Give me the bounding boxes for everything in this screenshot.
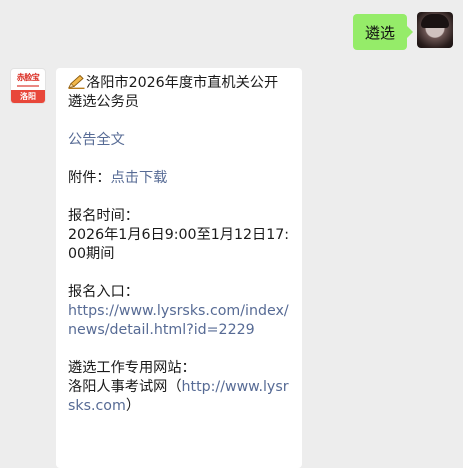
account-avatar[interactable]: 赤脸宝 洛阳 <box>10 68 46 104</box>
outgoing-message-row: 遴选 <box>352 12 453 50</box>
message-title-text: 洛阳市2026年度市直机关公开遴选公务员 <box>68 75 279 110</box>
attachment-row: 附件：点击下载 <box>68 169 292 188</box>
website-name: 洛阳人事考试网（ <box>68 379 182 395</box>
incoming-message-row: 赤脸宝 洛阳 洛阳市2026年度市直机关公开遴选公务员 公告全文 附件：点击下载… <box>10 68 302 468</box>
registration-entry-link[interactable]: https://www.lysrsks.com/index/news/detai… <box>68 303 289 338</box>
registration-time-label: 报名时间： <box>68 208 139 224</box>
registration-time-block: 报名时间： 2026年1月6日9:00至1月12日17:00期间 <box>68 207 292 264</box>
attachment-label: 附件： <box>68 170 111 186</box>
user-avatar[interactable] <box>417 12 453 48</box>
attachment-download-link[interactable]: 点击下载 <box>111 170 168 186</box>
registration-entry-block: 报名入口： https://www.lysrsks.com/index/news/… <box>68 283 292 340</box>
account-avatar-divider <box>17 85 39 87</box>
message-title: 洛阳市2026年度市直机关公开遴选公务员 <box>68 74 292 112</box>
outgoing-message-text: 遴选 <box>364 24 395 42</box>
website-block: 遴选工作专用网站： 洛阳人事考试网（http://www.lysrsks.com） <box>68 359 292 416</box>
website-close-paren: ） <box>125 398 141 414</box>
registration-time-value: 2026年1月6日9:00至1月12日17:00期间 <box>68 227 290 262</box>
announcement-link[interactable]: 公告全文 <box>68 132 125 148</box>
outgoing-message-bubble[interactable]: 遴选 <box>352 14 414 50</box>
website-label: 遴选工作专用网站： <box>68 360 196 376</box>
announcement-row: 公告全文 <box>68 131 292 150</box>
account-avatar-city: 洛阳 <box>11 90 45 103</box>
incoming-message-bubble[interactable]: 洛阳市2026年度市直机关公开遴选公务员 公告全文 附件：点击下载 报名时间： 2… <box>56 68 302 468</box>
chat-window: 遴选 赤脸宝 洛阳 洛阳市2026年度市直机关公开遴选公务员 公告全文 附件：点… <box>0 0 463 468</box>
user-avatar-hair <box>421 14 449 28</box>
pencil-icon <box>68 74 85 89</box>
registration-entry-label: 报名入口： <box>68 284 139 300</box>
account-avatar-logo-text: 赤脸宝 <box>16 73 40 82</box>
